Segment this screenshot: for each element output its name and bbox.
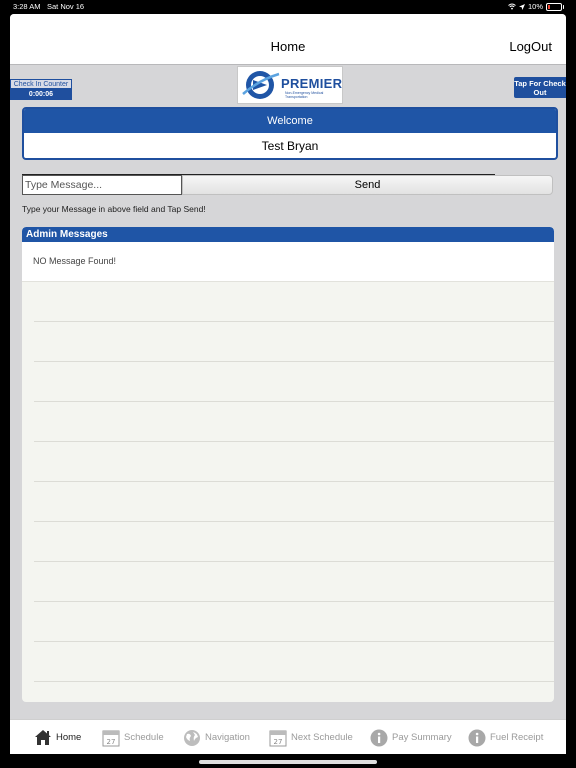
checkin-timer: 0:00:06 xyxy=(10,89,72,100)
checkin-counter-label: Check In Counter xyxy=(10,79,72,89)
home-indicator[interactable] xyxy=(199,760,377,764)
check-out-button[interactable]: Tap For Check Out xyxy=(514,77,566,98)
driver-name: Test Bryan xyxy=(261,139,319,153)
tab-label: Fuel Receipt xyxy=(490,732,544,743)
location-icon xyxy=(518,3,525,10)
status-date: Sat Nov 16 xyxy=(47,2,85,11)
list-separator xyxy=(34,641,554,642)
app-window: Home LogOut Check In Counter 0:00:06 PRE… xyxy=(10,14,566,754)
admin-messages-header: Admin Messages xyxy=(22,227,554,242)
tab-label: Next Schedule xyxy=(291,732,353,743)
calendar-icon: 27 xyxy=(102,730,120,746)
battery-icon xyxy=(546,2,564,11)
list-separator xyxy=(34,361,554,362)
logo-tagline: Non-Emergency Medical Transportation xyxy=(285,91,324,99)
tab-home[interactable]: Home xyxy=(34,720,81,754)
tab-bar: Home 27 Schedule Navigation 27 Next Sche… xyxy=(10,719,566,754)
logo-emblem-icon xyxy=(242,71,280,99)
message-input[interactable] xyxy=(22,175,182,195)
list-separator xyxy=(34,321,554,322)
status-bar: 3:28 AM Sat Nov 16 10% xyxy=(0,0,576,14)
calendar-icon: 27 xyxy=(269,730,287,746)
home-icon xyxy=(35,730,51,745)
tab-navigation[interactable]: Navigation xyxy=(183,720,250,754)
list-separator xyxy=(34,681,554,682)
calendar-day: 27 xyxy=(274,738,283,746)
battery-percent: 10% xyxy=(527,2,543,11)
admin-messages-panel: Admin Messages NO Message Found! xyxy=(22,227,554,702)
list-separator xyxy=(34,601,554,602)
company-logo: PREMIER Non-Emergency Medical Transporta… xyxy=(237,66,343,104)
calendar-day: 27 xyxy=(107,738,116,746)
tab-schedule[interactable]: 27 Schedule xyxy=(102,720,164,754)
wifi-icon xyxy=(508,3,516,10)
checkin-counter: Check In Counter 0:00:06 xyxy=(10,79,72,100)
list-separator xyxy=(34,401,554,402)
status-right: 10% xyxy=(508,2,564,11)
page-title: Home xyxy=(270,39,306,54)
welcome-card: Welcome Test Bryan xyxy=(22,107,558,160)
status-time: 3:28 AM xyxy=(13,2,41,11)
globe-icon xyxy=(184,729,200,746)
tab-label: Pay Summary xyxy=(392,732,452,743)
tab-label: Home xyxy=(56,732,82,743)
admin-empty-message: NO Message Found! xyxy=(22,242,554,282)
tab-fuel-receipt[interactable]: Fuel Receipt xyxy=(468,720,543,754)
tab-label: Schedule xyxy=(124,732,164,743)
tab-label: Navigation xyxy=(205,732,250,743)
info-icon xyxy=(468,729,486,746)
list-separator xyxy=(34,441,554,442)
logout-button[interactable]: LogOut xyxy=(509,39,552,54)
info-icon xyxy=(370,729,388,746)
list-separator xyxy=(34,481,554,482)
send-button[interactable]: Send xyxy=(182,175,553,195)
welcome-header: Welcome xyxy=(24,109,556,133)
message-hint: Type your Message in above field and Tap… xyxy=(22,204,206,214)
list-separator xyxy=(34,521,554,522)
logo-brand-text: PREMIER xyxy=(281,76,343,91)
tab-next-schedule[interactable]: 27 Next Schedule xyxy=(269,720,353,754)
navigation-bar: Home LogOut xyxy=(10,14,566,65)
tab-pay-summary[interactable]: Pay Summary xyxy=(370,720,452,754)
list-separator xyxy=(34,561,554,562)
